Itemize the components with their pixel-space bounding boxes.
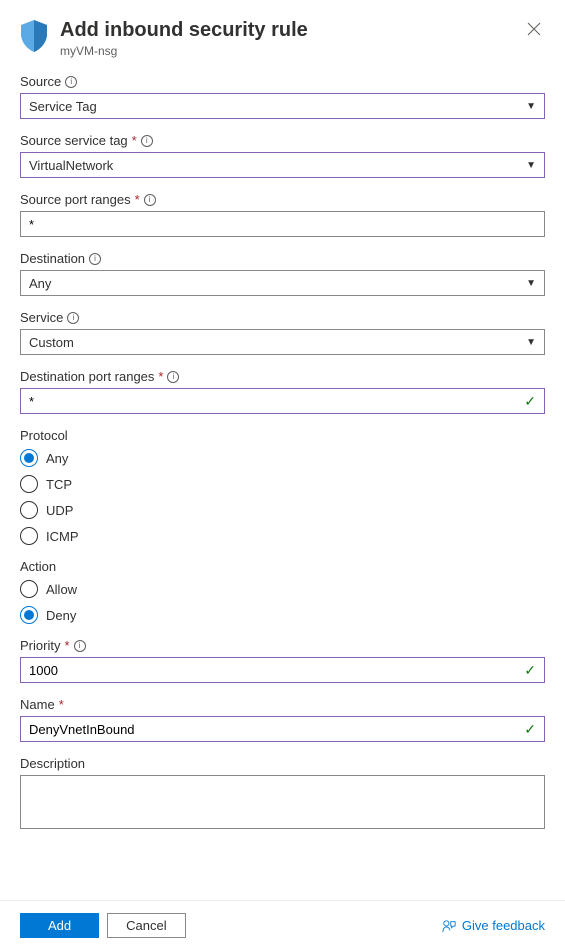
service-label: Service [20, 310, 63, 325]
priority-label: Priority [20, 638, 60, 653]
name-label: Name [20, 697, 55, 712]
protocol-option-tcp[interactable]: TCP [20, 475, 545, 493]
description-textarea[interactable] [20, 775, 545, 829]
radio-label: Any [46, 451, 68, 466]
source-port-ranges-label: Source port ranges [20, 192, 131, 207]
radio-label: Allow [46, 582, 77, 597]
destination-value: Any [29, 276, 51, 291]
required-marker: * [59, 697, 64, 712]
source-value: Service Tag [29, 99, 97, 114]
radio-icon [20, 449, 38, 467]
priority-input-wrap: ✓ [20, 657, 545, 683]
destination-select[interactable]: Any ▼ [20, 270, 545, 296]
chevron-down-icon: ▼ [526, 160, 536, 171]
required-marker: * [158, 369, 163, 384]
radio-icon [20, 475, 38, 493]
info-icon[interactable]: i [74, 640, 86, 652]
description-label: Description [20, 756, 85, 771]
source-port-ranges-input-wrap [20, 211, 545, 237]
close-icon [527, 22, 541, 36]
close-button[interactable] [523, 18, 545, 43]
protocol-option-icmp[interactable]: ICMP [20, 527, 545, 545]
source-label: Source [20, 74, 61, 89]
give-feedback-link[interactable]: Give feedback [442, 918, 545, 933]
protocol-radio-group: Any TCP UDP ICMP [20, 449, 545, 545]
info-icon[interactable]: i [141, 135, 153, 147]
radio-icon [20, 580, 38, 598]
source-service-tag-select[interactable]: VirtualNetwork ▼ [20, 152, 545, 178]
chevron-down-icon: ▼ [526, 278, 536, 289]
protocol-label: Protocol [20, 428, 68, 443]
dest-port-ranges-label: Destination port ranges [20, 369, 154, 384]
radio-icon [20, 527, 38, 545]
dest-port-ranges-input-wrap: ✓ [20, 388, 545, 414]
radio-label: UDP [46, 503, 73, 518]
radio-icon [20, 606, 38, 624]
destination-label: Destination [20, 251, 85, 266]
info-icon[interactable]: i [65, 76, 77, 88]
action-option-deny[interactable]: Deny [20, 606, 545, 624]
service-select[interactable]: Custom ▼ [20, 329, 545, 355]
source-service-tag-label: Source service tag [20, 133, 128, 148]
name-input-wrap: ✓ [20, 716, 545, 742]
panel-subtitle: myVM-nsg [60, 44, 511, 58]
required-marker: * [64, 638, 69, 653]
info-icon[interactable]: i [144, 194, 156, 206]
feedback-label: Give feedback [462, 918, 545, 933]
required-marker: * [132, 133, 137, 148]
panel-title: Add inbound security rule [60, 18, 511, 42]
radio-label: ICMP [46, 529, 79, 544]
radio-label: TCP [46, 477, 72, 492]
cancel-button[interactable]: Cancel [107, 913, 185, 938]
feedback-icon [442, 919, 456, 933]
radio-label: Deny [46, 608, 76, 623]
check-icon: ✓ [524, 662, 536, 679]
source-service-tag-value: VirtualNetwork [29, 158, 113, 173]
source-select[interactable]: Service Tag ▼ [20, 93, 545, 119]
required-marker: * [135, 192, 140, 207]
action-label: Action [20, 559, 56, 574]
panel-header: Add inbound security rule myVM-nsg [20, 18, 545, 58]
protocol-option-any[interactable]: Any [20, 449, 545, 467]
service-value: Custom [29, 335, 74, 350]
dest-port-ranges-input[interactable] [29, 394, 524, 409]
chevron-down-icon: ▼ [526, 101, 536, 112]
info-icon[interactable]: i [89, 253, 101, 265]
shield-icon [20, 20, 48, 55]
action-radio-group: Allow Deny [20, 580, 545, 624]
info-icon[interactable]: i [67, 312, 79, 324]
source-port-ranges-input[interactable] [29, 217, 536, 232]
protocol-option-udp[interactable]: UDP [20, 501, 545, 519]
check-icon: ✓ [524, 721, 536, 738]
footer: Add Cancel Give feedback [0, 900, 565, 950]
priority-input[interactable] [29, 663, 524, 678]
name-input[interactable] [29, 722, 524, 737]
add-button[interactable]: Add [20, 913, 99, 938]
chevron-down-icon: ▼ [526, 337, 536, 348]
info-icon[interactable]: i [167, 371, 179, 383]
action-option-allow[interactable]: Allow [20, 580, 545, 598]
check-icon: ✓ [524, 393, 536, 410]
radio-icon [20, 501, 38, 519]
